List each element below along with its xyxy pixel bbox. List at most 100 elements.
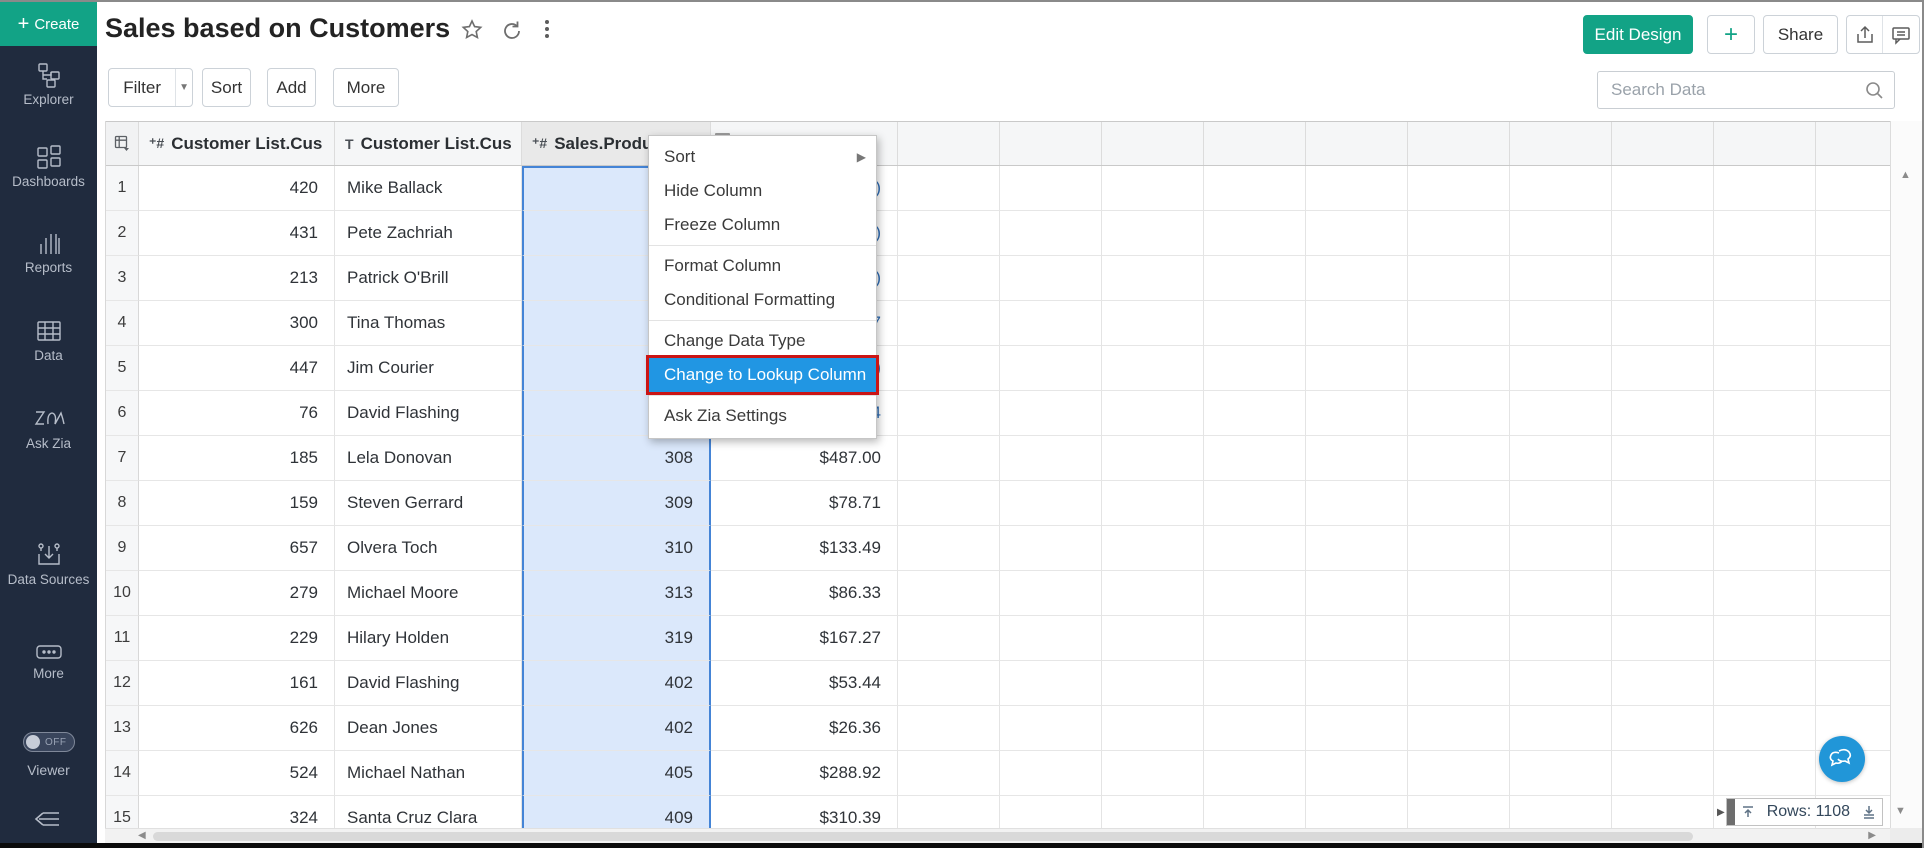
share-button[interactable]: Share: [1763, 15, 1838, 54]
customer-id-cell[interactable]: 626: [139, 706, 335, 751]
customer-name-cell[interactable]: Jim Courier: [335, 346, 522, 391]
menu-item-freeze-column[interactable]: Freeze Column: [649, 208, 876, 242]
favorite-star-icon[interactable]: [460, 18, 484, 47]
add-button[interactable]: Add: [267, 68, 316, 107]
column-header-empty[interactable]: [1714, 122, 1816, 165]
menu-item-conditional-formatting[interactable]: Conditional Formatting: [649, 283, 876, 317]
go-to-top-icon[interactable]: [1740, 804, 1756, 820]
product-id-cell[interactable]: 313: [522, 571, 711, 616]
customer-id-cell[interactable]: 185: [139, 436, 335, 481]
sidebar-item-data-sources[interactable]: Data Sources: [0, 540, 97, 588]
customer-id-cell[interactable]: 229: [139, 616, 335, 661]
product-id-cell[interactable]: 402: [522, 661, 711, 706]
sidebar-item-reports[interactable]: Reports: [0, 230, 97, 276]
row-number-cell[interactable]: 7: [106, 436, 139, 481]
select-all-cell[interactable]: [106, 122, 139, 165]
customer-name-cell[interactable]: Olvera Toch: [335, 526, 522, 571]
customer-id-cell[interactable]: 300: [139, 301, 335, 346]
scroll-down-arrow-icon[interactable]: ▼: [1895, 805, 1906, 817]
kebab-menu-icon[interactable]: [539, 18, 555, 40]
collapse-sidebar-button[interactable]: [33, 808, 63, 835]
customer-name-cell[interactable]: David Flashing: [335, 391, 522, 436]
chat-fab-button[interactable]: [1819, 736, 1865, 782]
customer-id-cell[interactable]: 76: [139, 391, 335, 436]
customer-id-cell[interactable]: 420: [139, 166, 335, 211]
product-id-cell[interactable]: 309: [522, 481, 711, 526]
product-id-cell[interactable]: 402: [522, 706, 711, 751]
amount-cell[interactable]: $78.71: [711, 481, 898, 526]
customer-name-cell[interactable]: Lela Donovan: [335, 436, 522, 481]
create-button[interactable]: + Create: [0, 2, 97, 46]
menu-item-ask-zia-settings[interactable]: Ask Zia Settings: [649, 399, 876, 433]
product-id-cell[interactable]: 308: [522, 436, 711, 481]
scroll-right-arrow-icon[interactable]: ▶: [1868, 830, 1876, 841]
menu-item-change-data-type[interactable]: Change Data Type: [649, 324, 876, 358]
status-drag-bar[interactable]: [1727, 799, 1735, 825]
vertical-scrollbar[interactable]: ▲ ▼: [1890, 121, 1924, 843]
amount-cell[interactable]: $133.49: [711, 526, 898, 571]
comments-button[interactable]: [1883, 16, 1919, 53]
amount-cell[interactable]: $53.44: [711, 661, 898, 706]
sidebar-item-ask-zia[interactable]: Ask Zia: [0, 406, 97, 452]
refresh-icon[interactable]: [501, 20, 523, 47]
sidebar-item-more[interactable]: More: [0, 642, 97, 682]
row-number-cell[interactable]: 3: [106, 256, 139, 301]
customer-name-cell[interactable]: Hilary Holden: [335, 616, 522, 661]
customer-name-cell[interactable]: Steven Gerrard: [335, 481, 522, 526]
row-number-cell[interactable]: 6: [106, 391, 139, 436]
sidebar-item-data[interactable]: Data: [0, 318, 97, 364]
more-button[interactable]: More: [333, 68, 399, 107]
filter-button[interactable]: Filter ▼: [108, 68, 193, 107]
row-number-cell[interactable]: 13: [106, 706, 139, 751]
customer-name-cell[interactable]: Pete Zachriah: [335, 211, 522, 256]
sort-button[interactable]: Sort: [202, 68, 251, 107]
column-header-empty[interactable]: [1510, 122, 1612, 165]
column-header-customer-name[interactable]: T Customer List.Cus: [335, 122, 522, 165]
customer-id-cell[interactable]: 431: [139, 211, 335, 256]
filter-dropdown-caret[interactable]: ▼: [175, 69, 192, 106]
add-new-button[interactable]: +: [1707, 15, 1755, 54]
customer-name-cell[interactable]: Michael Nathan: [335, 751, 522, 796]
scroll-up-arrow-icon[interactable]: ▲: [1900, 169, 1911, 181]
amount-cell[interactable]: $487.00: [711, 436, 898, 481]
menu-item-hide-column[interactable]: Hide Column: [649, 174, 876, 208]
row-number-cell[interactable]: 10: [106, 571, 139, 616]
customer-name-cell[interactable]: Mike Ballack: [335, 166, 522, 211]
row-number-cell[interactable]: 9: [106, 526, 139, 571]
row-number-cell[interactable]: 1: [106, 166, 139, 211]
customer-name-cell[interactable]: Tina Thomas: [335, 301, 522, 346]
row-number-cell[interactable]: 4: [106, 301, 139, 346]
column-header-empty[interactable]: [1816, 122, 1890, 165]
export-button[interactable]: [1847, 16, 1883, 53]
column-header-empty[interactable]: [1204, 122, 1306, 165]
row-number-cell[interactable]: 2: [106, 211, 139, 256]
customer-name-cell[interactable]: Patrick O'Brill: [335, 256, 522, 301]
product-id-cell[interactable]: 319: [522, 616, 711, 661]
menu-item-format-column[interactable]: Format Column: [649, 249, 876, 283]
edit-design-button[interactable]: Edit Design: [1583, 15, 1693, 54]
row-number-cell[interactable]: 11: [106, 616, 139, 661]
horizontal-scroll-thumb[interactable]: [153, 832, 1693, 841]
amount-cell[interactable]: $26.36: [711, 706, 898, 751]
amount-cell[interactable]: $86.33: [711, 571, 898, 616]
menu-item-change-to-lookup-column[interactable]: Change to Lookup Column: [649, 358, 876, 392]
customer-id-cell[interactable]: 161: [139, 661, 335, 706]
column-header-customer-id[interactable]: ⁺# Customer List.Cus: [139, 122, 335, 165]
row-number-cell[interactable]: 8: [106, 481, 139, 526]
customer-id-cell[interactable]: 524: [139, 751, 335, 796]
scroll-left-arrow-icon[interactable]: ◀: [138, 830, 146, 841]
column-header-empty[interactable]: [1408, 122, 1510, 165]
product-id-cell[interactable]: 405: [522, 751, 711, 796]
row-number-cell[interactable]: 5: [106, 346, 139, 391]
amount-cell[interactable]: $167.27: [711, 616, 898, 661]
go-to-bottom-icon[interactable]: [1861, 804, 1877, 820]
column-header-empty[interactable]: [1102, 122, 1204, 165]
sidebar-item-explorer[interactable]: Explorer: [0, 62, 97, 108]
customer-id-cell[interactable]: 279: [139, 571, 335, 616]
customer-name-cell[interactable]: David Flashing: [335, 661, 522, 706]
menu-item-sort[interactable]: Sort▶: [649, 140, 876, 174]
column-header-empty[interactable]: [1000, 122, 1102, 165]
customer-id-cell[interactable]: 447: [139, 346, 335, 391]
search-input[interactable]: [1598, 80, 1865, 100]
column-header-empty[interactable]: [1306, 122, 1408, 165]
